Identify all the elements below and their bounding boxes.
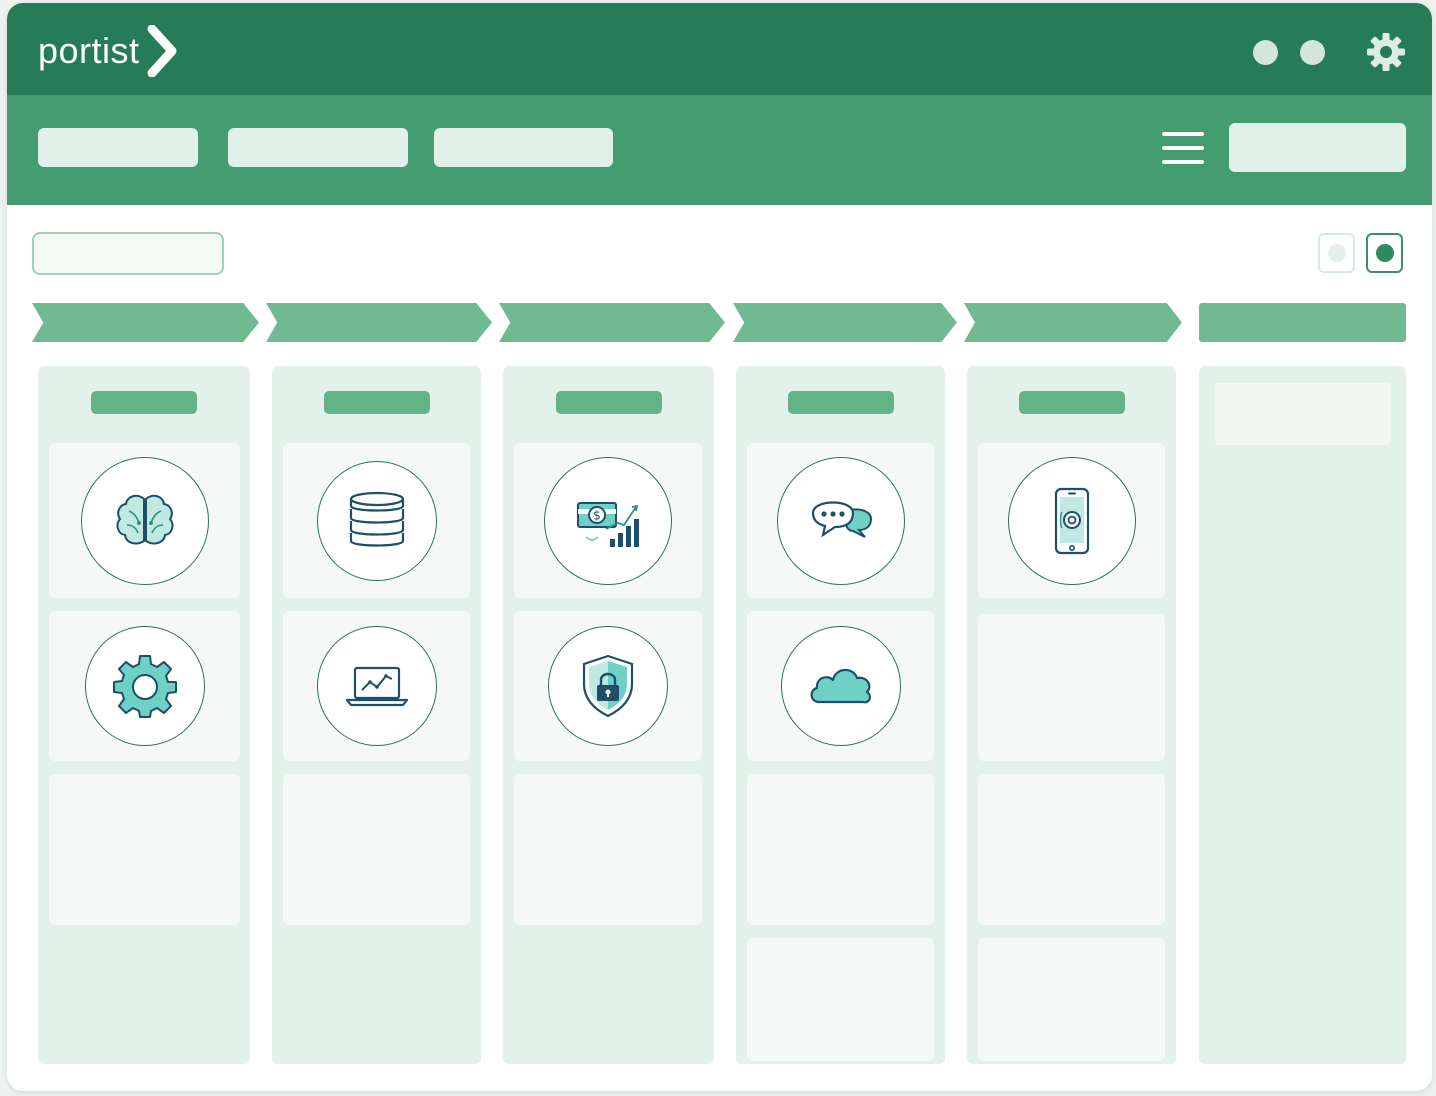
laptop-chart-icon	[345, 666, 408, 707]
card-empty[interactable]	[283, 774, 470, 925]
card-shield-lock[interactable]	[514, 611, 702, 761]
shield-lock-icon	[582, 654, 634, 718]
card-laptop-chart[interactable]	[283, 611, 470, 761]
board-column-3: $	[503, 366, 714, 1064]
toolbar-button-3[interactable]	[434, 128, 613, 167]
column-title	[787, 391, 894, 414]
hamburger-icon[interactable]	[1160, 128, 1206, 168]
card-brain[interactable]	[49, 443, 240, 598]
logo-chevron-icon	[147, 25, 177, 77]
card-gear[interactable]	[49, 611, 240, 761]
grid-view-toggle[interactable]	[1318, 233, 1355, 273]
cloud-icon	[810, 668, 871, 704]
stage-bar	[7, 303, 1432, 343]
card-empty[interactable]	[978, 614, 1165, 761]
card-smartphone[interactable]	[978, 443, 1165, 598]
card-empty[interactable]	[747, 774, 934, 925]
board-column-6	[1199, 366, 1406, 1064]
database-icon	[349, 491, 404, 547]
chat-bubbles-icon	[811, 501, 872, 538]
card-empty[interactable]	[514, 774, 702, 925]
filter-input[interactable]	[32, 232, 224, 275]
card-empty[interactable]	[978, 774, 1165, 925]
stage-5[interactable]	[964, 303, 1182, 342]
card-empty[interactable]	[978, 938, 1165, 1061]
toolbar-search-input[interactable]	[1229, 123, 1406, 172]
column-placeholder	[1215, 383, 1391, 445]
logo-text: portist	[38, 30, 140, 71]
svg-text:$: $	[593, 508, 601, 522]
card-empty[interactable]	[747, 938, 934, 1061]
card-empty[interactable]	[49, 774, 240, 925]
card-cloud[interactable]	[747, 611, 934, 761]
gear-icon[interactable]	[1365, 31, 1407, 73]
board-column-1	[38, 366, 250, 1064]
column-title	[323, 391, 430, 414]
stage-1[interactable]	[32, 303, 259, 342]
stage-6[interactable]	[1199, 303, 1406, 342]
stage-2[interactable]	[266, 303, 492, 342]
column-title	[555, 391, 662, 414]
card-money-growth[interactable]: $	[514, 443, 702, 598]
title-bar: portist	[7, 3, 1432, 95]
toolbar-button-2[interactable]	[228, 128, 408, 167]
card-database[interactable]	[283, 443, 470, 598]
gear-icon	[112, 655, 177, 718]
column-title	[1018, 391, 1125, 414]
column-title	[91, 391, 197, 414]
brain-icon	[116, 494, 173, 544]
status-dot	[1300, 40, 1325, 65]
toolbar-button-1[interactable]	[38, 128, 198, 167]
smartphone-icon	[1054, 487, 1089, 554]
board-column-2	[272, 366, 481, 1064]
stage-4[interactable]	[733, 303, 957, 342]
list-view-toggle[interactable]	[1366, 233, 1403, 273]
app-window: portist $	[7, 3, 1432, 1091]
board-column-5	[967, 366, 1176, 1064]
stage-3[interactable]	[499, 303, 725, 342]
money-growth-icon: $	[577, 501, 639, 547]
logo[interactable]: portist	[38, 25, 180, 77]
status-dot	[1253, 40, 1278, 65]
card-chat-bubbles[interactable]	[747, 443, 934, 598]
toolbar	[7, 95, 1432, 205]
board-column-4	[736, 366, 945, 1064]
